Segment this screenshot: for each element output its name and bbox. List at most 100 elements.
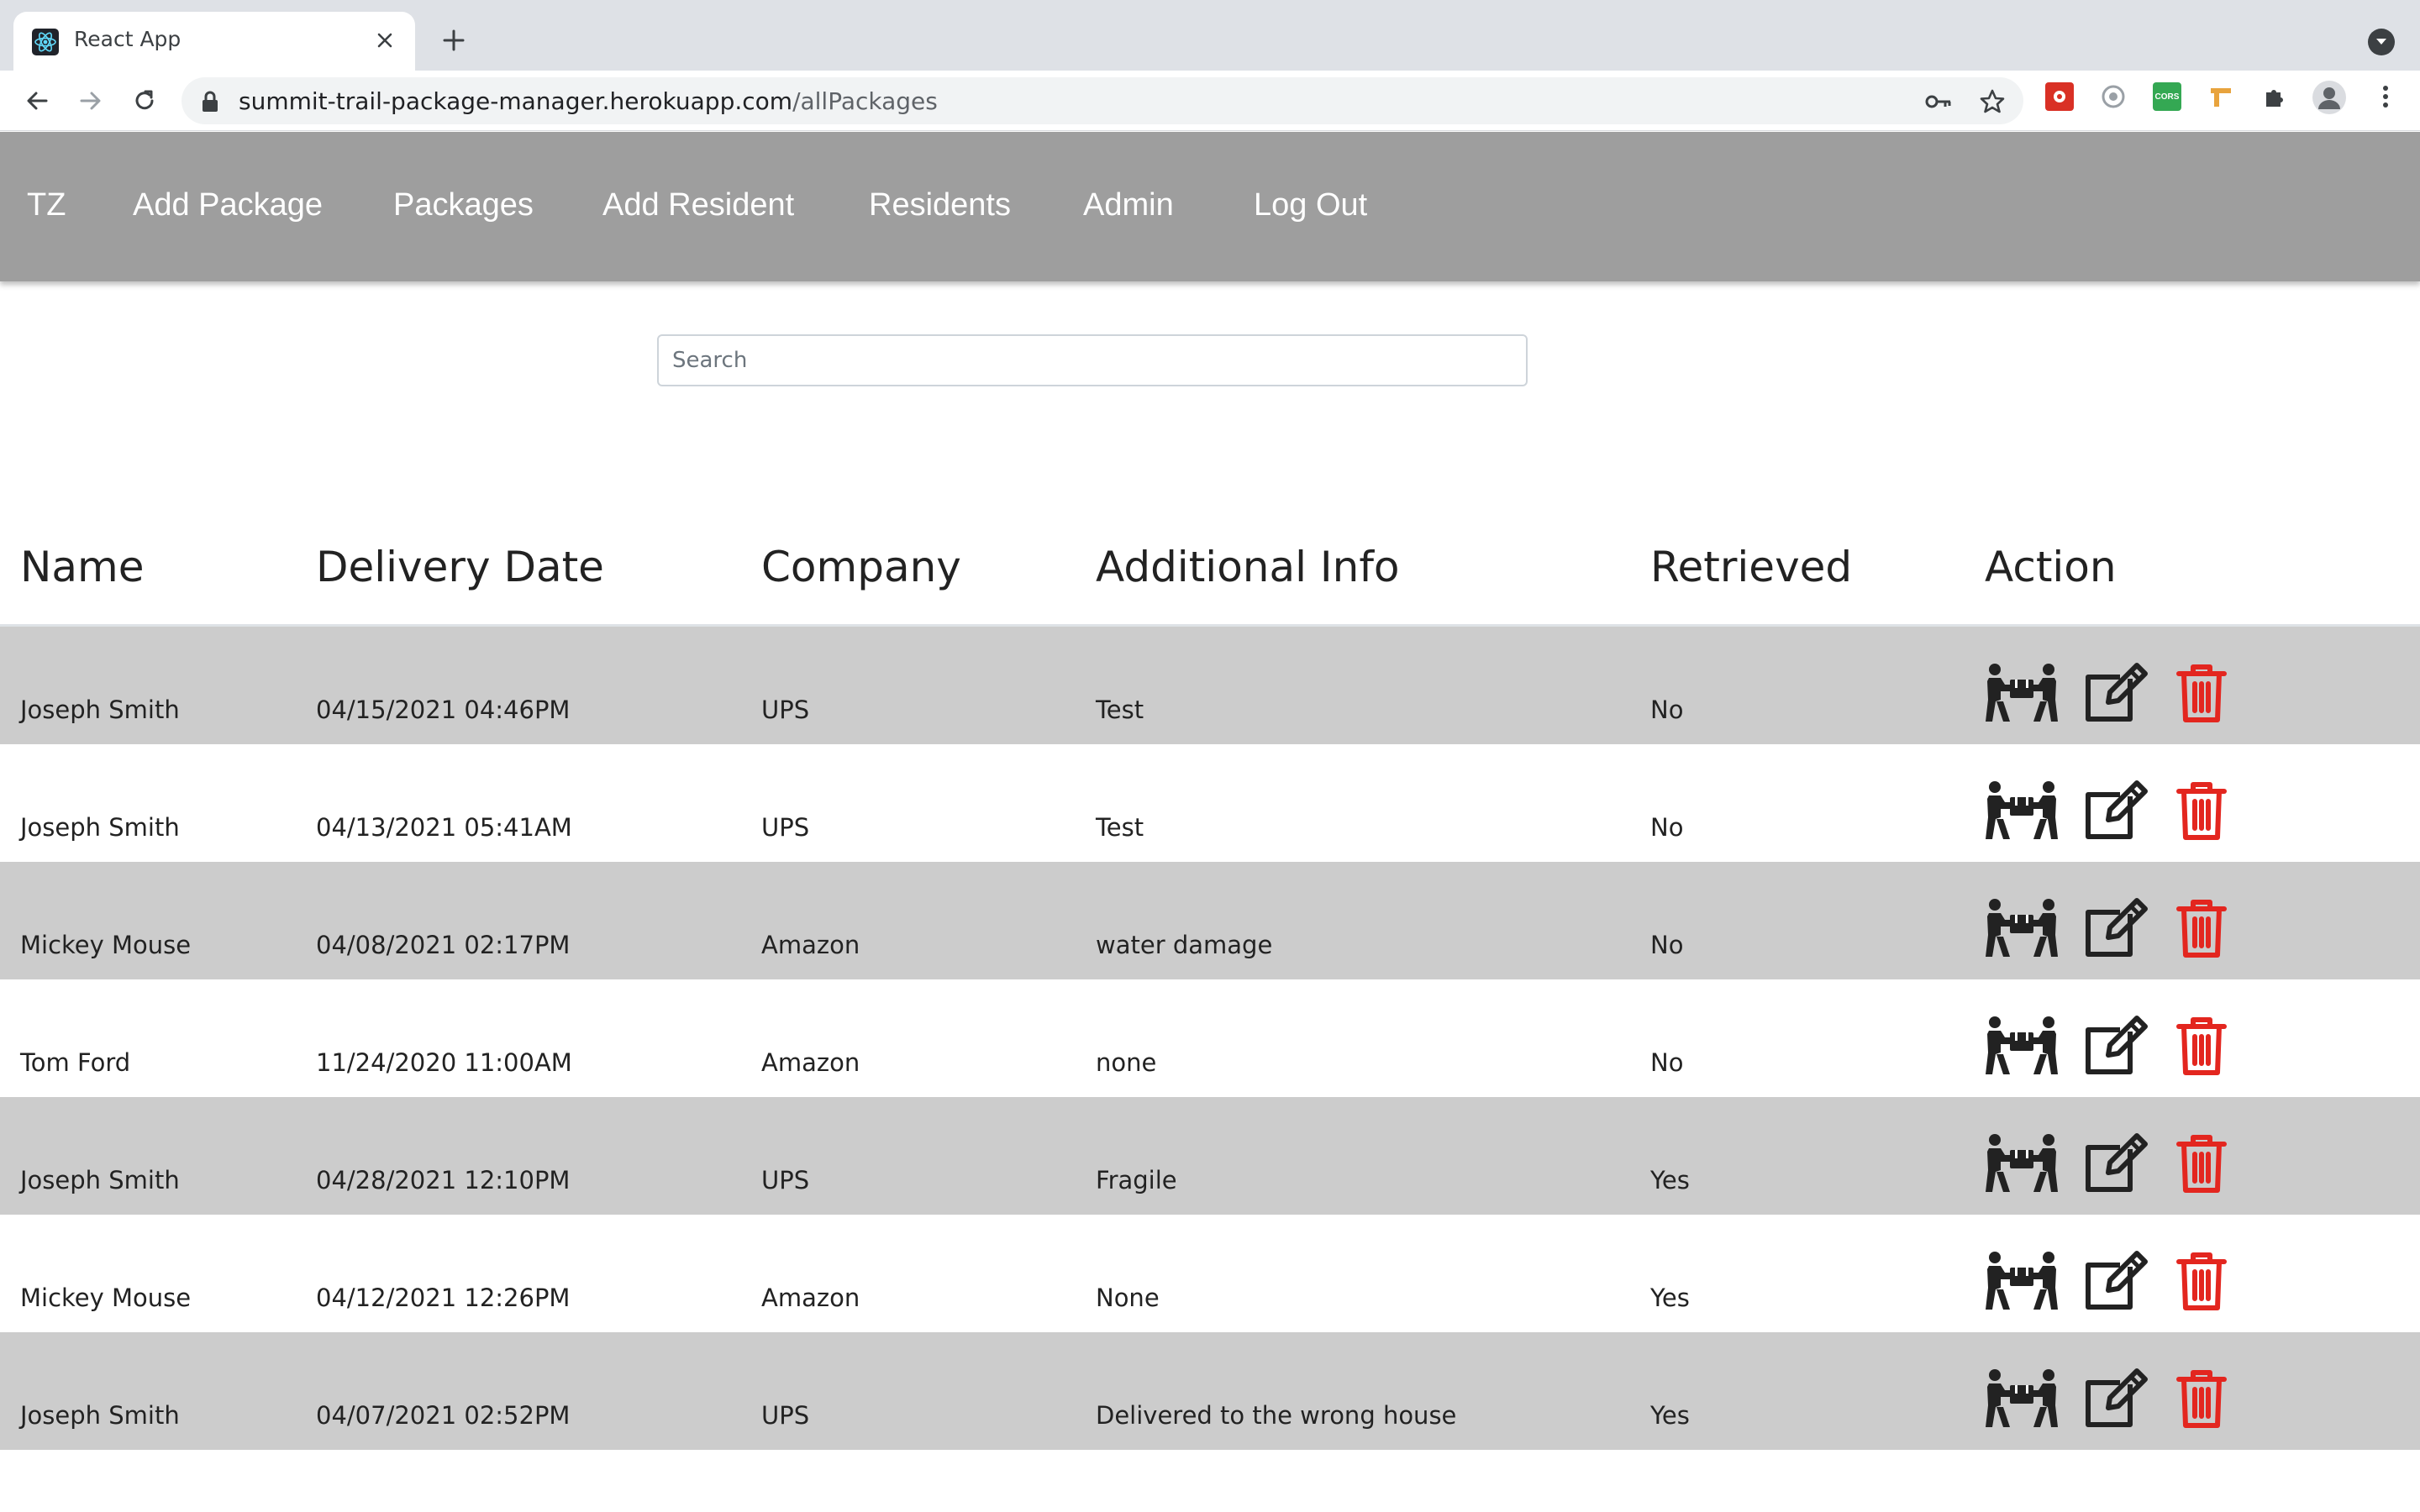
nav-packages[interactable]: Packages [393, 187, 534, 223]
edit-icon[interactable] [2079, 778, 2156, 843]
cell-delivery-date: 04/28/2021 12:10PM [316, 1166, 571, 1194]
cell-name: Mickey Mouse [20, 1284, 192, 1312]
header-company: Company [761, 543, 961, 591]
cell-delivery-date: 04/15/2021 04:46PM [316, 696, 571, 724]
cell-retrieved: Yes [1650, 1284, 1690, 1312]
trash-icon[interactable] [2163, 778, 2240, 843]
forward-icon[interactable] [74, 84, 108, 118]
reload-icon[interactable] [128, 84, 161, 118]
cell-name: Joseph Smith [20, 696, 180, 724]
header-action: Action [1985, 543, 2117, 591]
people-carry-icon[interactable] [1983, 895, 2060, 961]
people-carry-icon[interactable] [1983, 1248, 2060, 1314]
cell-delivery-date: 04/08/2021 02:17PM [316, 931, 571, 959]
cell-additional-info: Delivered to the wrong house [1096, 1401, 1457, 1430]
nav-brand[interactable]: TZ [27, 187, 66, 223]
cell-company: Amazon [761, 931, 860, 959]
cell-delivery-date: 04/07/2021 02:52PM [316, 1401, 571, 1430]
header-retrieved: Retrieved [1650, 543, 1853, 591]
cell-delivery-date: 04/12/2021 12:26PM [316, 1284, 571, 1312]
url-path: /allPackages [792, 87, 938, 115]
cell-company: Amazon [761, 1284, 860, 1312]
address-bar[interactable]: summit-trail-package-manager.herokuapp.c… [182, 77, 2023, 124]
cell-name: Joseph Smith [20, 1166, 180, 1194]
url-host: summit-trail-package-manager.herokuapp.c… [239, 87, 793, 115]
extensions-puzzle-icon[interactable] [2260, 82, 2289, 111]
nav-residents[interactable]: Residents [869, 187, 1011, 223]
bookmark-star-icon[interactable] [1978, 87, 2007, 116]
header-additional-info: Additional Info [1096, 543, 1400, 591]
trash-icon[interactable] [2163, 1013, 2240, 1079]
profile-avatar-icon[interactable] [2312, 81, 2346, 114]
cell-delivery-date: 11/24/2020 11:00AM [316, 1048, 572, 1077]
trash-icon[interactable] [2163, 1248, 2240, 1314]
back-icon[interactable] [20, 84, 54, 118]
red-extension-icon[interactable] [2045, 82, 2074, 111]
nav-admin[interactable]: Admin [1083, 187, 1174, 223]
cell-retrieved: Yes [1650, 1401, 1690, 1430]
react-favicon-icon [32, 29, 59, 55]
edit-icon[interactable] [2079, 895, 2156, 961]
cell-additional-info: Test [1096, 696, 1144, 724]
app-navbar: TZ Add Package Packages Add Resident Res… [0, 132, 2420, 281]
people-carry-icon[interactable] [1983, 1366, 2060, 1431]
nav-add-package[interactable]: Add Package [133, 187, 323, 223]
more-menu-icon[interactable] [2371, 82, 2400, 111]
cell-retrieved: No [1650, 1048, 1684, 1077]
cell-additional-info: Fragile [1096, 1166, 1177, 1194]
edit-icon[interactable] [2079, 1248, 2156, 1314]
cell-additional-info: none [1096, 1048, 1157, 1077]
edit-icon[interactable] [2079, 660, 2156, 726]
trash-icon[interactable] [2163, 895, 2240, 961]
header-name: Name [20, 543, 145, 591]
cell-additional-info: Test [1096, 813, 1144, 842]
lock-icon[interactable] [200, 91, 220, 113]
edit-icon[interactable] [2079, 1131, 2156, 1196]
trash-icon[interactable] [2163, 660, 2240, 726]
cell-retrieved: Yes [1650, 1166, 1690, 1194]
people-carry-icon[interactable] [1983, 1131, 2060, 1196]
cell-name: Joseph Smith [20, 813, 180, 842]
people-carry-icon[interactable] [1983, 1013, 2060, 1079]
table-body: Joseph Smith 04/15/2021 04:46PM UPS Test… [0, 627, 2420, 1450]
cell-company: UPS [761, 813, 810, 842]
cell-name: Tom Ford [20, 1048, 131, 1077]
people-carry-icon[interactable] [1983, 778, 2060, 843]
header-delivery-date: Delivery Date [316, 543, 604, 591]
browser-tab-strip: React App [0, 0, 2420, 71]
cell-retrieved: No [1650, 813, 1684, 842]
cell-additional-info: None [1096, 1284, 1160, 1312]
table-row: Joseph Smith 04/13/2021 05:41AM UPS Test… [0, 744, 2420, 862]
cell-retrieved: No [1650, 931, 1684, 959]
cell-delivery-date: 04/13/2021 05:41AM [316, 813, 572, 842]
tab-search-icon[interactable] [2368, 29, 2395, 55]
tab-title: React App [74, 27, 182, 51]
table-header: Name Delivery Date Company Additional In… [0, 507, 2420, 627]
tool-extension-icon[interactable] [2207, 82, 2235, 111]
key-icon[interactable] [1924, 87, 1953, 116]
cors-extension-icon[interactable]: CORS [2153, 82, 2181, 111]
trash-icon[interactable] [2163, 1366, 2240, 1431]
cell-name: Joseph Smith [20, 1401, 180, 1430]
browser-tab[interactable]: React App [13, 12, 415, 71]
edit-icon[interactable] [2079, 1013, 2156, 1079]
search-input[interactable] [657, 334, 1528, 386]
packages-table: Name Delivery Date Company Additional In… [0, 507, 2420, 1450]
people-carry-icon[interactable] [1983, 660, 2060, 726]
trash-icon[interactable] [2163, 1131, 2240, 1196]
table-row: Joseph Smith 04/07/2021 02:52PM UPS Deli… [0, 1332, 2420, 1450]
browser-toolbar: summit-trail-package-manager.herokuapp.c… [0, 71, 2420, 131]
nav-log-out[interactable]: Log Out [1254, 187, 1367, 223]
cell-retrieved: No [1650, 696, 1684, 724]
cell-name: Mickey Mouse [20, 931, 192, 959]
cell-company: Amazon [761, 1048, 860, 1077]
circle-extension-icon[interactable] [2099, 82, 2128, 111]
edit-icon[interactable] [2079, 1366, 2156, 1431]
cell-company: UPS [761, 1401, 810, 1430]
new-tab-icon[interactable] [437, 24, 471, 57]
close-tab-icon[interactable] [370, 25, 400, 55]
nav-add-resident[interactable]: Add Resident [602, 187, 794, 223]
table-row: Joseph Smith 04/15/2021 04:46PM UPS Test… [0, 627, 2420, 744]
table-row: Tom Ford 11/24/2020 11:00AM Amazon none … [0, 979, 2420, 1097]
table-row: Mickey Mouse 04/08/2021 02:17PM Amazon w… [0, 862, 2420, 979]
